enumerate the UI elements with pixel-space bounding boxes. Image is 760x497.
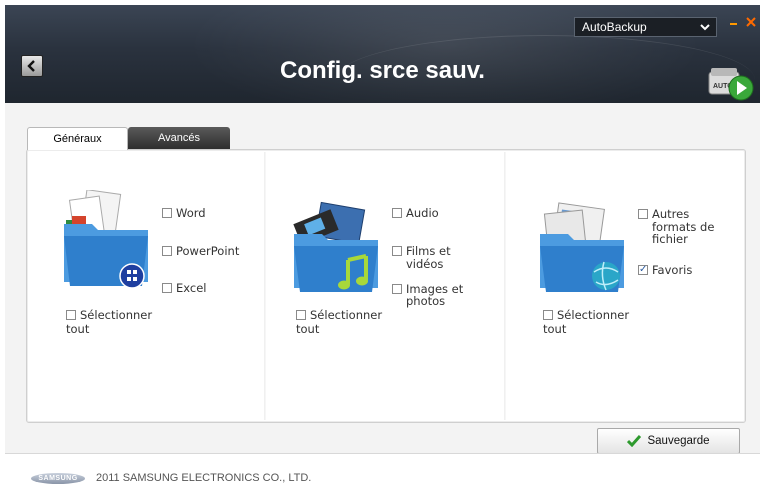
select-all-label-line2: tout <box>543 322 567 336</box>
page-title: Config. srce sauv. <box>280 57 485 84</box>
profile-select[interactable]: AutoBackup <box>574 17 717 37</box>
documents-folder-icon <box>62 189 154 294</box>
select-all-label: Sélectionner <box>80 308 153 322</box>
favorites-label: Favoris <box>652 263 693 277</box>
checkbox-box[interactable] <box>162 283 172 293</box>
footer-divider <box>5 453 760 454</box>
copyright-text: 2011 SAMSUNG ELECTRONICS CO., LTD. <box>96 472 312 484</box>
minimize-button[interactable] <box>730 18 740 32</box>
close-icon <box>746 17 756 27</box>
samsung-logo: SAMSUNG <box>31 473 85 484</box>
excel-label: Excel <box>176 281 207 295</box>
save-button[interactable]: Sauvegarde <box>597 428 740 454</box>
checkbox-box[interactable] <box>543 310 553 320</box>
column-divider <box>264 152 266 420</box>
chevron-down-icon <box>700 24 710 31</box>
checkbox-box[interactable] <box>392 246 402 256</box>
select-all-label: Sélectionner <box>557 308 630 322</box>
auto-backup-icon: AUTO <box>707 64 757 102</box>
other-files-folder-icon <box>538 200 630 300</box>
media-folder-icon <box>292 200 384 300</box>
other-formats-label-line3: fichier <box>652 232 688 246</box>
images-label-line2: photos <box>406 294 446 308</box>
column-divider <box>504 152 506 420</box>
select-all-label-line2: tout <box>66 322 90 336</box>
tab-general-label: Généraux <box>53 133 102 145</box>
minimize-icon <box>730 23 737 25</box>
checkbox-box[interactable] <box>162 208 172 218</box>
checkbox-box[interactable] <box>162 246 172 256</box>
checkbox-box[interactable] <box>392 284 402 294</box>
close-button[interactable] <box>746 17 758 31</box>
app-header: Config. srce sauv. AutoBackup AUTO <box>5 5 760 103</box>
tab-advanced[interactable]: Avancés <box>128 127 230 149</box>
tab-advanced-label: Avancés <box>158 132 200 144</box>
profile-select-value: AutoBackup <box>582 20 647 34</box>
checkbox-box[interactable] <box>392 208 402 218</box>
videos-label-line2: vidéos <box>406 257 444 271</box>
checkbox-box[interactable] <box>296 310 306 320</box>
audio-label: Audio <box>406 206 439 220</box>
select-all-label-line2: tout <box>296 322 320 336</box>
tab-general[interactable]: Généraux <box>27 127 128 150</box>
checkmark-icon <box>627 435 642 447</box>
samsung-logo-text: SAMSUNG <box>38 475 78 482</box>
checkbox-box[interactable] <box>66 310 76 320</box>
select-all-label: Sélectionner <box>310 308 383 322</box>
save-button-label: Sauvegarde <box>647 435 710 447</box>
checkbox-box[interactable] <box>638 263 648 276</box>
checkbox-box[interactable] <box>638 209 648 219</box>
powerpoint-label: PowerPoint <box>176 244 240 258</box>
word-label: Word <box>176 206 206 220</box>
